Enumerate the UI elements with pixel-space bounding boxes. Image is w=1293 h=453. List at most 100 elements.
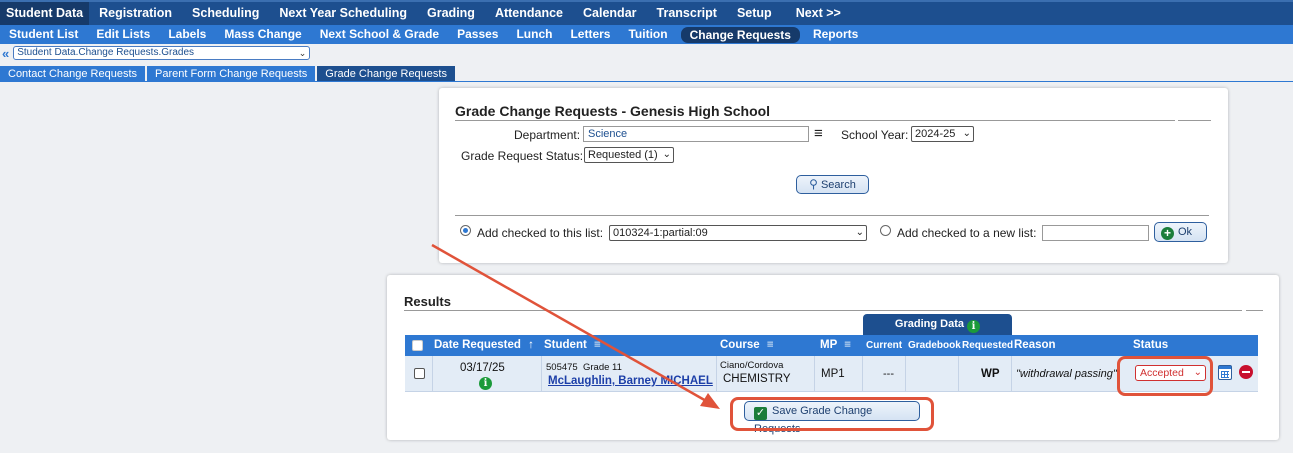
- col-date-requested[interactable]: Date Requested ↑: [434, 335, 534, 356]
- secondary-nav: Student List Edit Lists Labels Mass Chan…: [0, 25, 1293, 44]
- add-to-list-radio[interactable]: [460, 225, 471, 236]
- page-title: Grade Change Requests - Genesis High Sch…: [455, 103, 771, 119]
- cell-divider: [716, 356, 717, 392]
- info-icon[interactable]: i: [967, 320, 981, 333]
- nav-calendar[interactable]: Calendar: [573, 2, 647, 25]
- subtab-divider: [0, 81, 1293, 82]
- chevron-down-icon: ⌄: [962, 128, 971, 139]
- menu-lines-icon[interactable]: ≡: [814, 126, 823, 141]
- add-new-list-label: Add checked to a new list:: [897, 226, 1037, 240]
- page-path-select[interactable]: Student Data.Change Requests.Grades ⌄: [13, 46, 311, 60]
- grading-data-header: Grading Data i: [863, 314, 1012, 335]
- nav-edit-lists[interactable]: Edit Lists: [87, 25, 159, 44]
- list-select-value: 010324-1:partial:09: [613, 227, 708, 239]
- nav-student-list[interactable]: Student List: [0, 25, 87, 44]
- student-name[interactable]: McLaughlin, Barney MICHAEL: [548, 375, 713, 387]
- calendar-icon[interactable]: [1218, 365, 1232, 380]
- chevron-down-icon: ⌄: [662, 149, 671, 160]
- add-to-list-label: Add checked to this list:: [477, 226, 604, 240]
- nav-scheduling[interactable]: Scheduling: [182, 2, 269, 25]
- select-all-checkbox[interactable]: [412, 340, 423, 351]
- search-panel: Grade Change Requests - Genesis High Sch…: [439, 88, 1228, 263]
- back-double-chevron-icon[interactable]: «: [2, 46, 9, 61]
- save-highlight-box: [730, 397, 934, 431]
- status-value: Requested (1): [588, 149, 658, 161]
- search-button[interactable]: ⚲ Search: [796, 175, 869, 194]
- current-grade: ---: [883, 368, 894, 380]
- col-date-requested-label: Date Requested: [434, 339, 521, 351]
- status-label: Grade Request Status:: [461, 149, 584, 163]
- cell-divider: [432, 356, 433, 392]
- col-gradebook: Gradebook: [908, 340, 961, 351]
- table-header: Date Requested ↑ Student ≡ Course ≡ MP ≡…: [405, 335, 1258, 356]
- results-divider: [404, 310, 1242, 311]
- nav-setup[interactable]: Setup: [727, 2, 782, 25]
- status-highlight-box: [1117, 356, 1213, 396]
- department-field[interactable]: Science: [583, 126, 809, 142]
- cell-divider: [862, 356, 863, 392]
- school-year-label: School Year:: [841, 128, 909, 142]
- results-title: Results: [404, 294, 451, 309]
- nav-attendance[interactable]: Attendance: [485, 2, 573, 25]
- title-divider-end: [1178, 120, 1211, 121]
- date-requested: 03/17/25: [460, 362, 505, 374]
- col-requested: Requested: [962, 340, 1014, 351]
- filter-lines-icon: ≡: [594, 339, 601, 351]
- col-course[interactable]: Course ≡: [720, 335, 774, 356]
- nav-passes[interactable]: Passes: [448, 25, 507, 44]
- cell-divider: [958, 356, 959, 392]
- nav-registration[interactable]: Registration: [89, 2, 182, 25]
- nav-grading[interactable]: Grading: [417, 2, 485, 25]
- chevron-down-icon: ⌄: [855, 227, 864, 238]
- sort-up-arrow-icon: ↑: [528, 339, 534, 351]
- filter-lines-icon: ≡: [766, 339, 774, 351]
- nav-reports[interactable]: Reports: [804, 25, 867, 44]
- nav-lunch[interactable]: Lunch: [507, 25, 561, 44]
- student-id-grade: 505475 Grade 11: [546, 362, 622, 373]
- nav-mass-change[interactable]: Mass Change: [215, 25, 310, 44]
- section-divider: [455, 215, 1209, 216]
- ok-button[interactable]: + Ok: [1154, 222, 1207, 242]
- results-divider-end: [1246, 310, 1263, 311]
- col-mp[interactable]: MP ≡: [820, 335, 851, 356]
- reason-text: "withdrawal passing": [1016, 368, 1117, 380]
- tab-parent-form-change-requests[interactable]: Parent Form Change Requests: [147, 66, 316, 82]
- search-button-label: Search: [820, 179, 856, 191]
- filter-lines-icon: ≡: [844, 339, 851, 351]
- nav-next[interactable]: Next >>: [786, 2, 851, 25]
- nav-next-year-scheduling[interactable]: Next Year Scheduling: [269, 2, 417, 25]
- plus-circle-icon: +: [1161, 227, 1174, 240]
- cell-divider: [814, 356, 815, 392]
- student-id: 505475: [546, 362, 578, 373]
- status-select[interactable]: Requested (1) ⌄: [584, 147, 674, 163]
- student-name-link[interactable]: McLaughlin, Barney MICHAEL: [548, 375, 713, 387]
- school-year-select[interactable]: 2024-25 ⌄: [911, 126, 974, 142]
- cell-divider: [905, 356, 906, 392]
- nav-student-data[interactable]: Student Data: [0, 2, 90, 25]
- tab-contact-change-requests[interactable]: Contact Change Requests: [0, 66, 146, 82]
- list-select[interactable]: 010324-1:partial:09 ⌄: [609, 225, 867, 241]
- remove-circle-icon[interactable]: [1239, 365, 1253, 379]
- requested-grade: WP: [981, 368, 1000, 380]
- course-name: CHEMISTRY: [723, 373, 791, 385]
- nav-transcript[interactable]: Transcript: [647, 2, 727, 25]
- nav-labels[interactable]: Labels: [159, 25, 215, 44]
- school-year-value: 2024-25: [915, 128, 956, 140]
- cell-divider: [1011, 356, 1012, 392]
- add-new-list-radio[interactable]: [880, 225, 891, 236]
- new-list-input[interactable]: [1042, 225, 1149, 241]
- nav-tuition[interactable]: Tuition: [619, 25, 676, 44]
- page-path-value: Student Data.Change Requests.Grades: [17, 47, 195, 58]
- col-student-label: Student: [544, 339, 587, 351]
- row-checkbox[interactable]: [414, 368, 425, 379]
- nav-letters[interactable]: Letters: [561, 25, 619, 44]
- date-info-icon[interactable]: i: [479, 375, 492, 390]
- col-student[interactable]: Student ≡: [544, 335, 601, 356]
- title-divider: [455, 120, 1175, 121]
- nav-change-requests[interactable]: Change Requests: [680, 26, 800, 43]
- col-reason: Reason: [1014, 339, 1056, 351]
- nav-next-school-grade[interactable]: Next School & Grade: [311, 25, 448, 44]
- course-teacher: Ciano/Cordova: [720, 360, 784, 371]
- tab-grade-change-requests[interactable]: Grade Change Requests: [317, 66, 455, 82]
- subtabs: Contact Change Requests Parent Form Chan…: [0, 66, 457, 82]
